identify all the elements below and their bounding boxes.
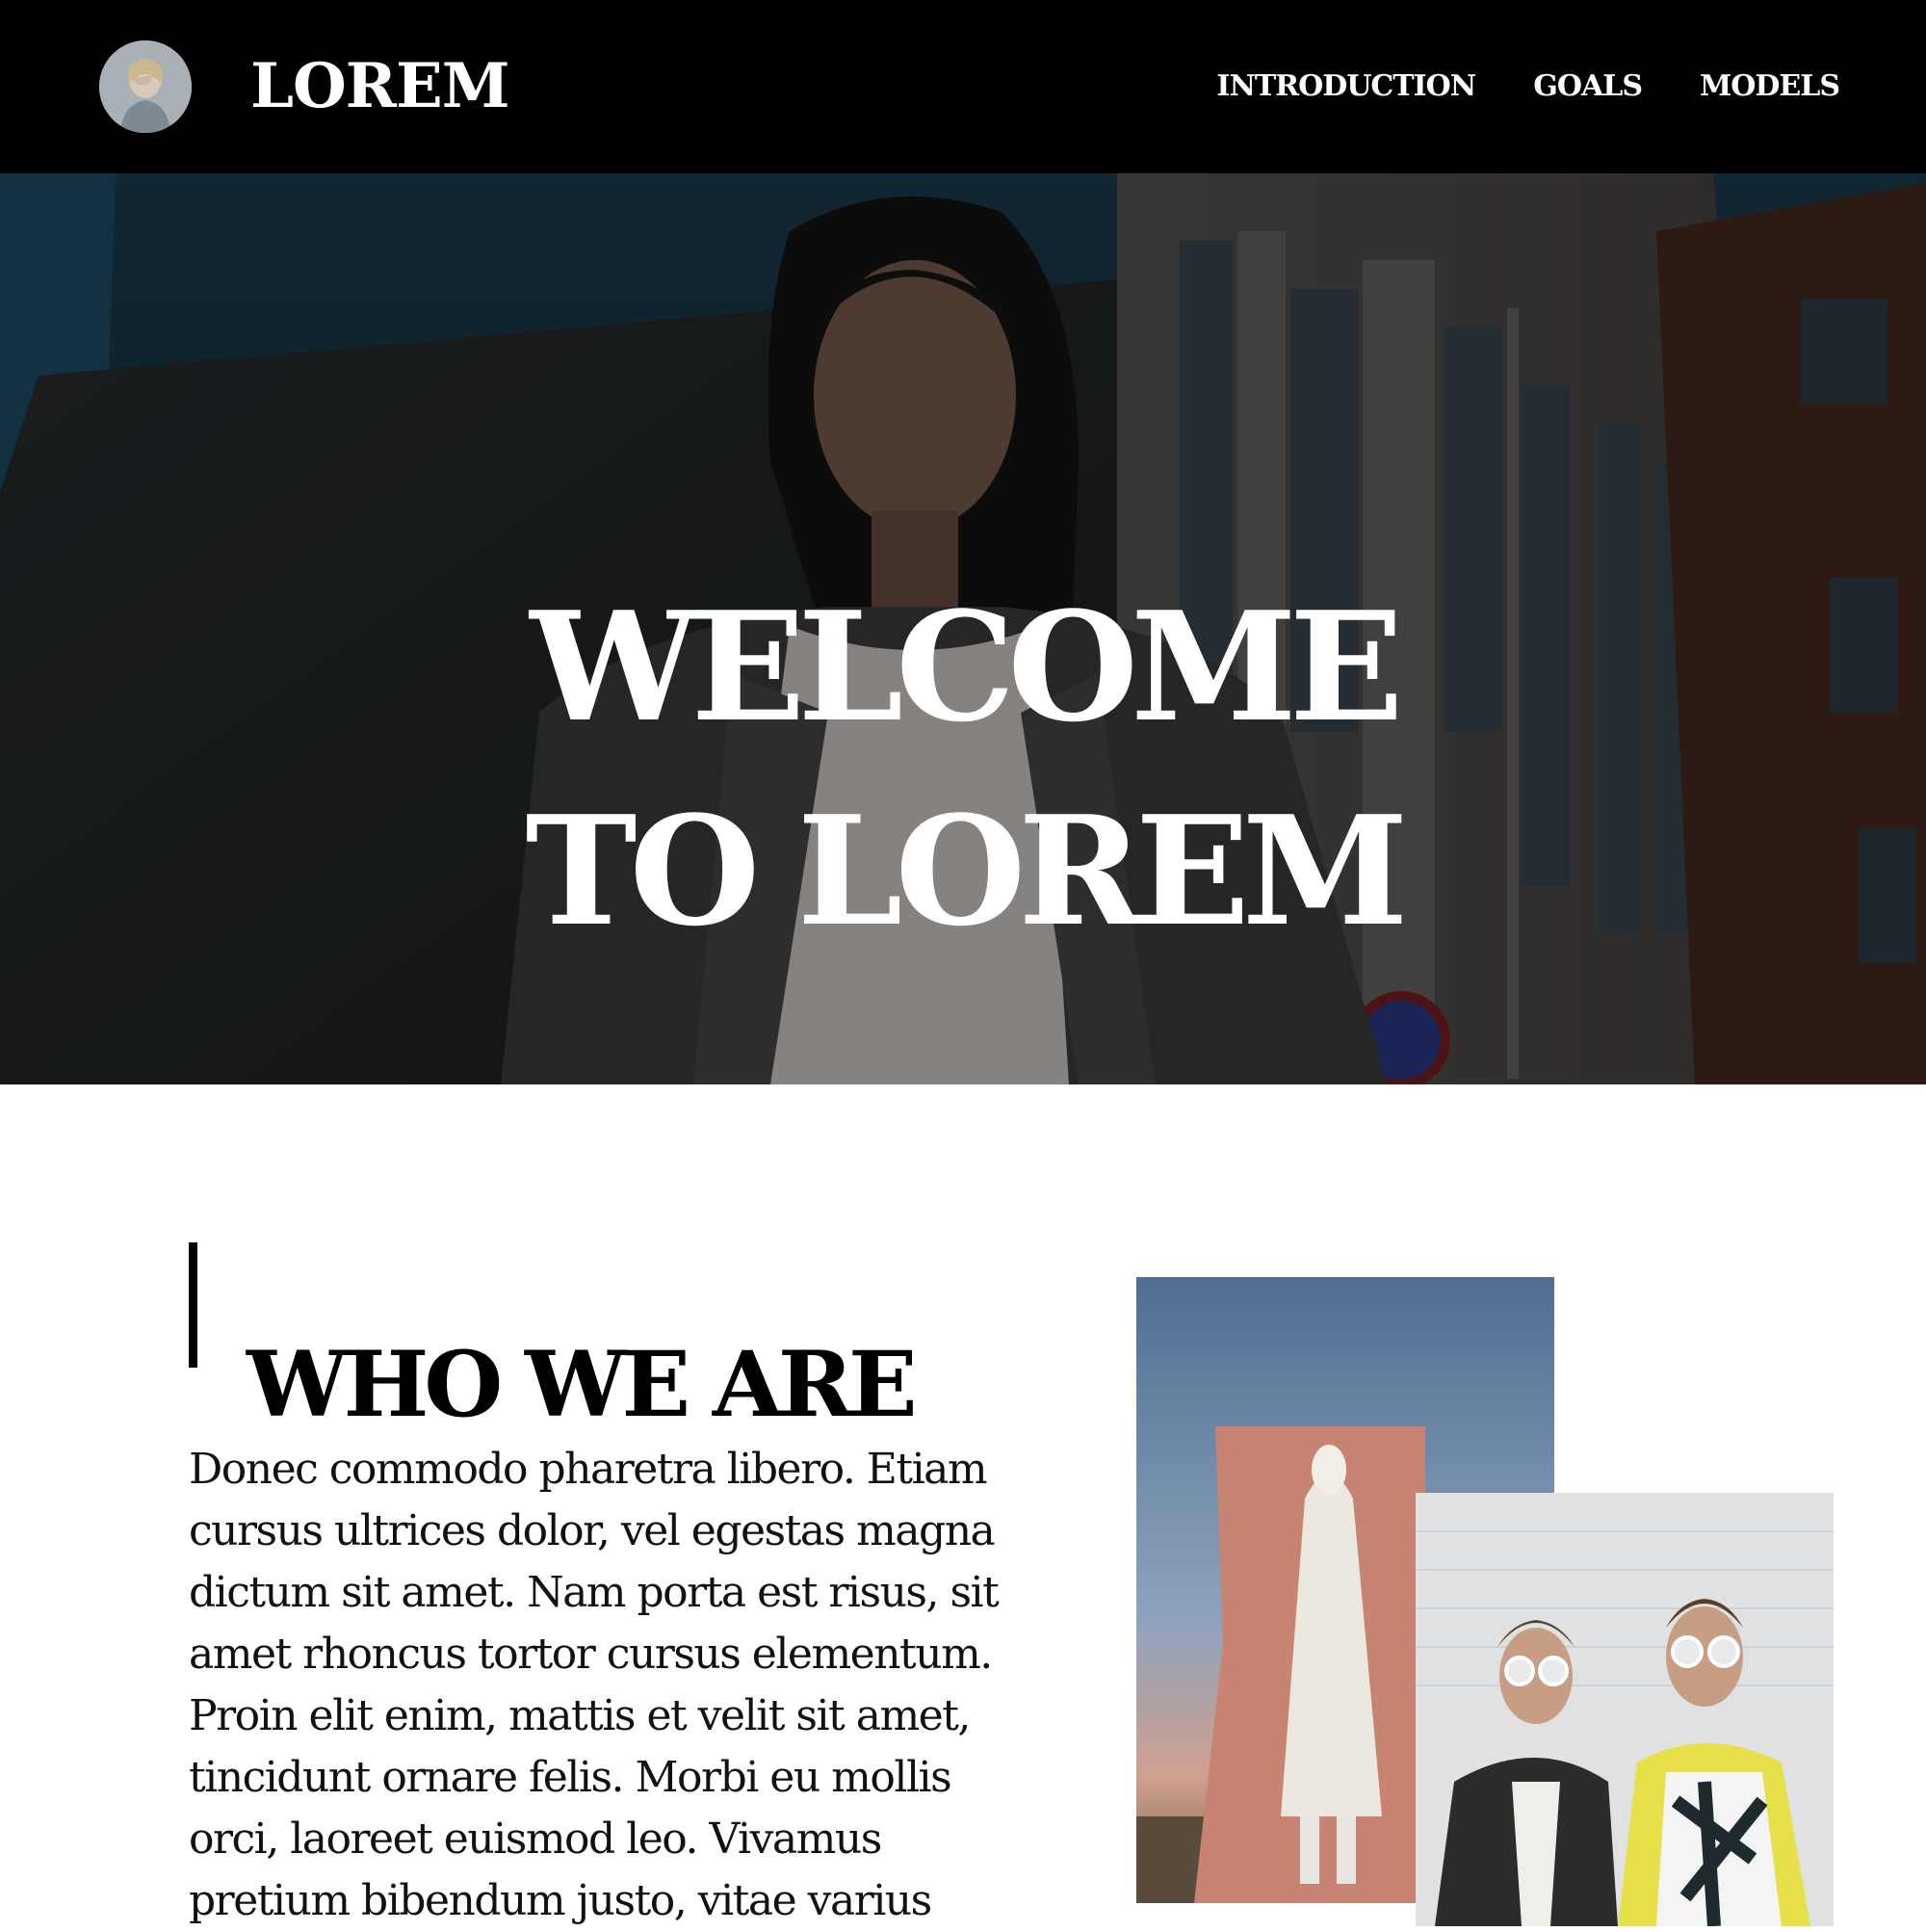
nav-link-goals[interactable]: GOALS <box>1533 67 1643 106</box>
nav-link-introduction[interactable]: INTRODUCTION <box>1216 67 1476 106</box>
hero-banner: WELCOME TO LOREM <box>0 173 1926 1084</box>
site-header: LOREM INTRODUCTION GOALS MODELS <box>0 0 1926 173</box>
nav-link-models[interactable]: MODELS <box>1700 67 1840 106</box>
hero-title-line-2: TO LOREM <box>525 782 1408 959</box>
heading-accent-bar <box>189 1242 197 1368</box>
about-body-text: Donec commodo pharetra libero. Etiam cur… <box>189 1445 1000 1925</box>
brand-name[interactable]: LOREM <box>250 46 510 127</box>
model-portrait-image <box>99 40 192 133</box>
hero-title: WELCOME TO LOREM <box>0 565 1926 974</box>
fashion-photo-sunglasses-models <box>1416 1493 1834 1926</box>
hero-title-line-1: WELCOME <box>530 578 1403 755</box>
fashion-photo-sunglasses-models-image <box>1416 1493 1834 1926</box>
brand-logo-avatar[interactable] <box>99 40 192 133</box>
main-nav: INTRODUCTION GOALS MODELS <box>1216 67 1840 106</box>
about-heading: WHO WE ARE <box>247 1332 918 1439</box>
